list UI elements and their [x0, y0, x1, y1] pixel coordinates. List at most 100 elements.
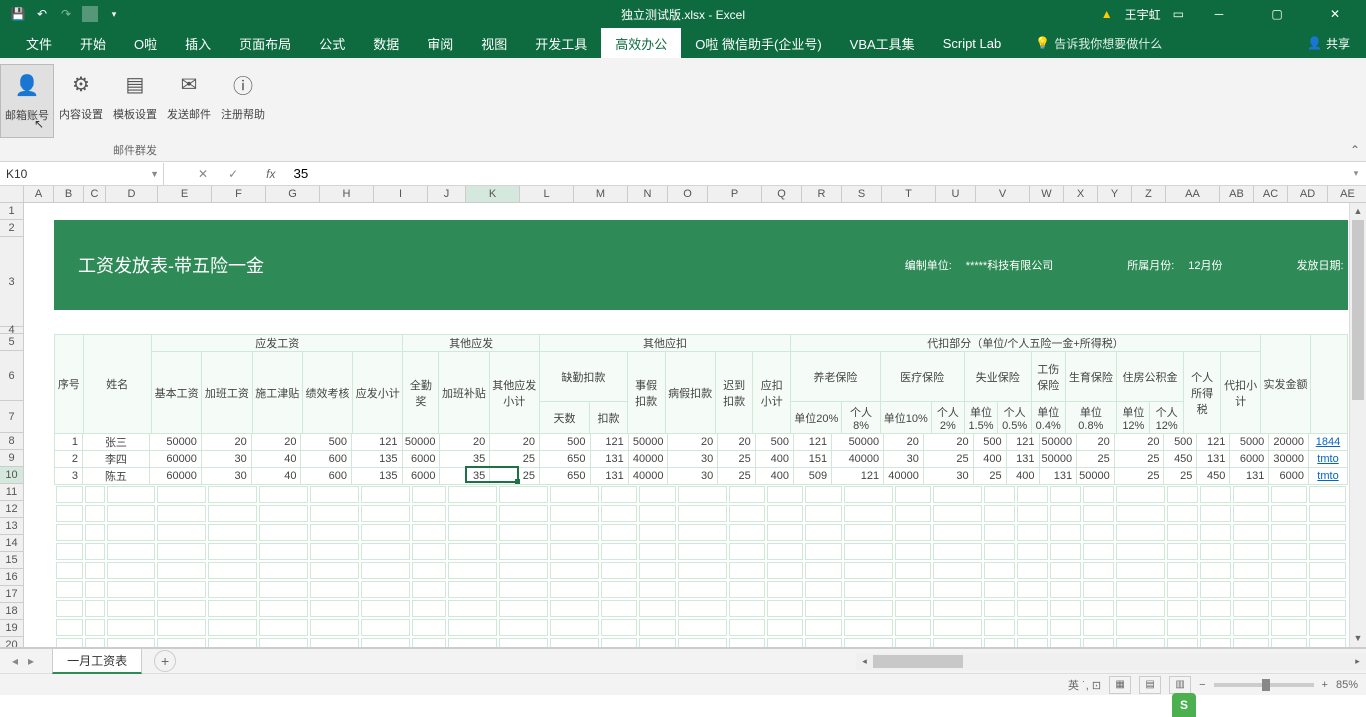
formula-input[interactable] [285, 163, 1346, 185]
col-header[interactable]: B [54, 186, 84, 202]
col-header[interactable]: J [428, 186, 466, 202]
ribbon-button-3[interactable]: ✉发送邮件 [162, 64, 216, 138]
tab-vbatools[interactable]: VBA工具集 [836, 28, 929, 58]
lang-indicator[interactable]: 英 ˙, ⊡ [1068, 677, 1101, 693]
col-header[interactable]: K [466, 186, 520, 202]
col-header[interactable]: AA [1166, 186, 1220, 202]
tell-me[interactable]: 💡 告诉我你想要做什么 [1035, 35, 1162, 52]
expand-formula-icon[interactable]: ▾ [1346, 168, 1366, 179]
row-header[interactable]: 17 [0, 586, 23, 603]
col-header[interactable]: E [158, 186, 212, 202]
col-header[interactable]: Q [762, 186, 802, 202]
tab-view[interactable]: 视图 [467, 28, 521, 58]
link[interactable]: tmto [1317, 470, 1338, 482]
fx-icon[interactable]: fx [266, 167, 275, 181]
col-header[interactable]: F [212, 186, 266, 202]
namebox-dropdown-icon[interactable]: ▼ [150, 169, 159, 179]
col-header[interactable]: P [708, 186, 762, 202]
ribbon-display-icon[interactable]: ▭ [1173, 7, 1184, 21]
zoom-level[interactable]: 85% [1336, 679, 1358, 691]
ime-indicator[interactable]: S [1172, 693, 1196, 717]
col-header[interactable]: V [976, 186, 1030, 202]
row-header[interactable]: 8 [0, 433, 23, 450]
row-header[interactable]: 5 [0, 334, 23, 351]
col-header[interactable]: W [1030, 186, 1064, 202]
row-header[interactable]: 3 [0, 237, 23, 327]
row-header[interactable]: 13 [0, 518, 23, 535]
col-header[interactable]: D [106, 186, 158, 202]
tab-formulas[interactable]: 公式 [305, 28, 359, 58]
sheet-first-icon[interactable]: ◂ [12, 654, 18, 668]
data-table[interactable]: 1张三5000020205001215000020205001215000020… [54, 433, 1348, 485]
row-header[interactable]: 15 [0, 552, 23, 569]
grid-area[interactable]: 工资发放表-带五险一金编制单位:*****科技有限公司所属月份:12月份发放日期… [24, 203, 1348, 647]
cancel-icon[interactable]: ✕ [198, 167, 208, 181]
col-header[interactable]: G [266, 186, 320, 202]
vscroll-thumb[interactable] [1352, 220, 1364, 400]
row-header[interactable]: 4 [0, 327, 23, 334]
col-header[interactable]: H [320, 186, 374, 202]
col-header[interactable]: M [574, 186, 628, 202]
row-header[interactable]: 6 [0, 351, 23, 401]
row-header[interactable]: 1 [0, 203, 23, 220]
col-header[interactable]: I [374, 186, 428, 202]
col-header[interactable]: AC [1254, 186, 1288, 202]
col-header[interactable]: AE [1328, 186, 1366, 202]
col-header[interactable]: U [936, 186, 976, 202]
col-header[interactable]: A [24, 186, 54, 202]
col-header[interactable]: AB [1220, 186, 1254, 202]
col-header[interactable]: S [842, 186, 882, 202]
link[interactable]: tmto [1317, 453, 1338, 465]
close-button[interactable]: ✕ [1312, 0, 1358, 28]
tab-developer[interactable]: 开发工具 [521, 28, 601, 58]
col-header[interactable]: AD [1288, 186, 1328, 202]
column-headers[interactable]: ABCDEFGHIJKLMNOPQRSTUVWXYZAAABACADAE [24, 186, 1366, 203]
row-header[interactable]: 14 [0, 535, 23, 552]
sheet-last-icon[interactable]: ▸ [28, 654, 34, 668]
maximize-button[interactable]: ▢ [1254, 0, 1300, 28]
share-button[interactable]: 👤 共享 [1291, 35, 1366, 52]
user-name[interactable]: 王宇虹 [1125, 6, 1161, 23]
row-header[interactable]: 16 [0, 569, 23, 586]
worksheet[interactable]: ABCDEFGHIJKLMNOPQRSTUVWXYZAAABACADAE 123… [0, 186, 1366, 648]
pagelayout-view-icon[interactable]: ▤ [1139, 676, 1161, 694]
row-header[interactable]: 2 [0, 220, 23, 237]
qat-dropdown-icon[interactable]: ▾ [106, 6, 122, 22]
collapse-ribbon-icon[interactable]: ⌃ [1350, 143, 1360, 157]
ribbon-button-1[interactable]: ⚙内容设置 [54, 64, 108, 138]
row-headers[interactable]: 1234567891011121314151617181920 [0, 203, 24, 648]
row-header[interactable]: 11 [0, 484, 23, 501]
col-header[interactable]: L [520, 186, 574, 202]
tab-data[interactable]: 数据 [359, 28, 413, 58]
link[interactable]: 1844 [1316, 436, 1340, 448]
tab-home[interactable]: 开始 [66, 28, 120, 58]
table-row[interactable]: 3陈五6000030406001356000352565013140000302… [55, 468, 1348, 485]
tab-efficient[interactable]: 高效办公 [601, 28, 681, 58]
hscroll-thumb[interactable] [873, 655, 963, 668]
zoom-slider[interactable] [1214, 683, 1314, 687]
col-header[interactable]: C [84, 186, 106, 202]
col-header[interactable]: O [668, 186, 708, 202]
vertical-scrollbar[interactable]: ▲ ▼ [1349, 203, 1366, 647]
scroll-left-icon[interactable]: ◂ [856, 656, 873, 667]
pagebreak-view-icon[interactable]: ▥ [1169, 676, 1191, 694]
zoom-in-icon[interactable]: + [1322, 679, 1328, 691]
select-all-button[interactable] [0, 186, 24, 203]
tab-ola[interactable]: O啦 [120, 28, 171, 58]
tab-review[interactable]: 审阅 [413, 28, 467, 58]
tab-scriptlab[interactable]: Script Lab [929, 28, 1016, 58]
ribbon-button-4[interactable]: ⓘ注册帮助 [216, 64, 270, 138]
undo-icon[interactable]: ↶ [34, 6, 50, 22]
name-box[interactable]: K10 ▼ [0, 163, 164, 185]
col-header[interactable]: R [802, 186, 842, 202]
col-header[interactable]: X [1064, 186, 1098, 202]
row-header[interactable]: 9 [0, 450, 23, 467]
enter-icon[interactable]: ✓ [228, 167, 238, 181]
col-header[interactable]: Z [1132, 186, 1166, 202]
ribbon-button-0[interactable]: 👤邮箱账号↖ [0, 64, 54, 138]
col-header[interactable]: T [882, 186, 936, 202]
table-row[interactable]: 1张三5000020205001215000020205001215000020… [55, 434, 1348, 451]
scroll-up-icon[interactable]: ▲ [1350, 203, 1366, 220]
row-header[interactable]: 10 [0, 467, 23, 484]
scroll-right-icon[interactable]: ▸ [1349, 656, 1366, 667]
